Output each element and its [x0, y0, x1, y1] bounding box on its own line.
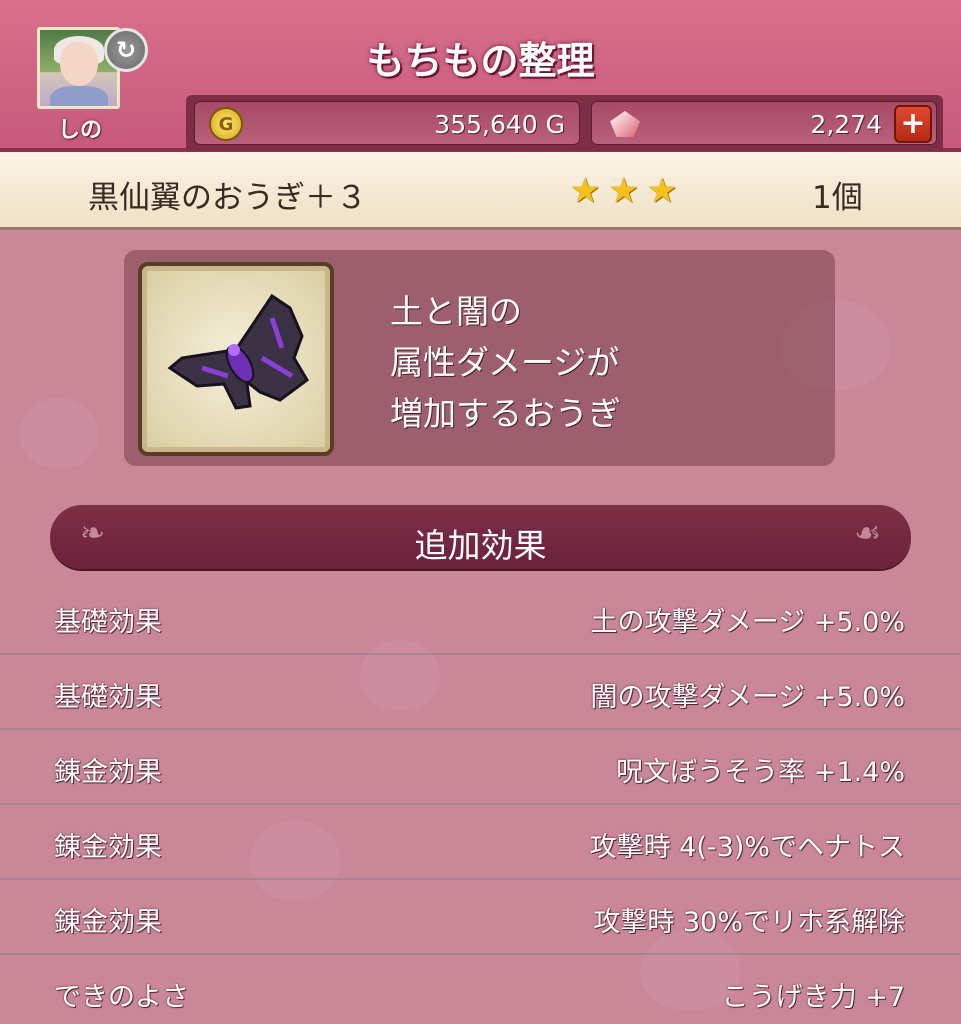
background-decoration	[20, 398, 98, 468]
effect-value: こうげき力 +7	[721, 982, 905, 1013]
effect-label: できのよさ	[54, 982, 189, 1013]
plus-icon: +	[900, 106, 926, 141]
effect-label: 基礎効果	[54, 682, 162, 713]
star-icon: ★	[570, 171, 601, 211]
effect-row: 基礎効果 闇の攻撃ダメージ +5.0%	[0, 655, 961, 730]
effect-value: 闇の攻撃ダメージ +5.0%	[590, 682, 905, 713]
item-count: 1個	[812, 180, 863, 216]
effect-row: 基礎効果 土の攻撃ダメージ +5.0%	[0, 580, 961, 655]
effect-value: 攻撃時 30%でリホ系解除	[593, 907, 905, 938]
effect-row: できのよさ こうげき力 +7	[0, 955, 961, 1024]
gold-amount: 355,640 G	[434, 110, 565, 139]
gem-amount: 2,274	[810, 110, 882, 139]
section-title: 追加効果	[414, 526, 547, 565]
star-icon: ★	[608, 171, 639, 211]
item-name: 黒仙翼のおうぎ＋３	[88, 180, 367, 216]
effect-row: 錬金効果 攻撃時 4(-3)%でヘナトス	[0, 805, 961, 880]
flourish-icon: ☙	[854, 516, 881, 551]
bat-wing-fan-icon	[167, 293, 309, 410]
effect-label: 錬金効果	[54, 757, 162, 788]
effect-value: 呪文ぼうそう率 +1.4%	[616, 757, 905, 788]
effect-value: 土の攻撃ダメージ +5.0%	[590, 607, 905, 638]
effect-label: 基礎効果	[54, 607, 162, 638]
add-gems-button[interactable]: +	[894, 105, 932, 143]
star-icon: ★	[646, 171, 678, 211]
gold-display: G 355,640 G	[194, 101, 580, 145]
page-title: もちもの整理	[366, 39, 595, 83]
item-rating: ★ ★ ★	[570, 174, 677, 208]
effects-list: 基礎効果 土の攻撃ダメージ +5.0% 基礎効果 闇の攻撃ダメージ +5.0% …	[0, 580, 961, 1024]
effect-value: 攻撃時 4(-3)%でヘナトス	[589, 832, 905, 863]
gold-coin-icon: G	[209, 107, 243, 141]
effect-label: 錬金効果	[54, 907, 162, 938]
character-name: しの	[57, 118, 102, 143]
section-header: ❧ 追加効果 ☙	[50, 505, 911, 569]
item-image-frame	[138, 262, 334, 456]
header-bar: ↻ しの もちもの整理 G 355,640 G 2,274 +	[0, 0, 961, 152]
gem-display: 2,274 +	[591, 101, 937, 145]
effect-row: 錬金効果 攻撃時 30%でリホ系解除	[0, 880, 961, 955]
gem-icon	[610, 111, 640, 137]
effect-label: 錬金効果	[54, 832, 162, 863]
item-summary-row: 黒仙翼のおうぎ＋３ ★ ★ ★ 1個	[0, 152, 961, 230]
effect-row: 錬金効果 呪文ぼうそう率 +1.4%	[0, 730, 961, 805]
item-description: 土と闇の 属性ダメージが 増加するおうぎ	[390, 292, 621, 433]
